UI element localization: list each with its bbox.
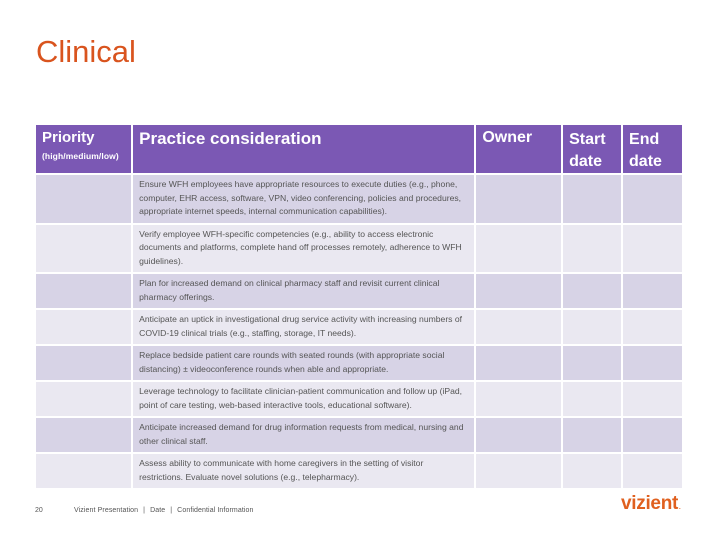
header-priority: Priority (high/medium/low) (36, 125, 132, 173)
header-owner: Owner (476, 125, 562, 173)
practice-cell: Replace bedside patient care rounds with… (133, 346, 475, 380)
end-date-cell[interactable] (623, 454, 682, 488)
footer-date: Date (150, 507, 166, 514)
owner-cell[interactable] (476, 382, 562, 416)
table-row: Verify employee WFH-specific competencie… (36, 224, 682, 272)
priority-cell[interactable] (36, 418, 132, 452)
footer: Vizient Presentation | Date | Confidential I… (74, 507, 254, 514)
table-row: Anticipate increased demand for drug inf… (36, 418, 682, 452)
end-date-cell[interactable] (623, 224, 682, 272)
owner-cell[interactable] (476, 346, 562, 380)
owner-cell[interactable] (476, 274, 562, 308)
owner-cell[interactable] (476, 175, 562, 223)
priority-cell[interactable] (36, 274, 132, 308)
footer-separator: | (170, 507, 173, 514)
footer-confidential: Confidential Information (177, 507, 254, 514)
table-row: Ensure WFH employees have appropriate re… (36, 175, 682, 223)
owner-cell[interactable] (476, 418, 562, 452)
header-priority-sublabel: (high/medium/low) (42, 151, 119, 161)
logo-mark: . (679, 505, 681, 511)
table-row: Plan for increased demand on clinical ph… (36, 274, 682, 308)
header-practice-consideration: Practice consideration (133, 125, 475, 173)
table-row: Replace bedside patient care rounds with… (36, 346, 682, 380)
practice-cell: Leverage technology to facilitate clinic… (133, 382, 475, 416)
slide-title: Clinical (36, 34, 136, 69)
vizient-logo: vizient. (621, 493, 681, 515)
start-date-cell[interactable] (563, 454, 622, 488)
priority-cell[interactable] (36, 224, 132, 272)
priority-cell[interactable] (36, 454, 132, 488)
priority-cell[interactable] (36, 382, 132, 416)
table-header-row: Priority (high/medium/low) Practice cons… (36, 125, 682, 173)
header-end-date: End date (623, 125, 682, 173)
end-date-cell[interactable] (623, 274, 682, 308)
end-date-cell[interactable] (623, 310, 682, 344)
end-date-cell[interactable] (623, 346, 682, 380)
priority-cell[interactable] (36, 310, 132, 344)
practice-cell: Verify employee WFH-specific competencie… (133, 224, 475, 272)
start-date-cell[interactable] (563, 382, 622, 416)
start-date-cell[interactable] (563, 346, 622, 380)
start-date-cell[interactable] (563, 274, 622, 308)
table-row: Leverage technology to facilitate clinic… (36, 382, 682, 416)
owner-cell[interactable] (476, 310, 562, 344)
end-date-cell[interactable] (623, 418, 682, 452)
page-number: 20 (35, 507, 43, 514)
start-date-cell[interactable] (563, 310, 622, 344)
header-priority-label: Priority (42, 129, 95, 146)
priority-cell[interactable] (36, 175, 132, 223)
practice-cell: Plan for increased demand on clinical ph… (133, 274, 475, 308)
footer-separator: | (143, 507, 146, 514)
footer-presentation: Vizient Presentation (74, 507, 139, 514)
practice-cell: Anticipate an uptick in investigational … (133, 310, 475, 344)
start-date-cell[interactable] (563, 175, 622, 223)
table-row: Assess ability to communicate with home … (36, 454, 682, 488)
practice-cell: Anticipate increased demand for drug inf… (133, 418, 475, 452)
table-row: Anticipate an uptick in investigational … (36, 310, 682, 344)
end-date-cell[interactable] (623, 175, 682, 223)
start-date-cell[interactable] (563, 418, 622, 452)
owner-cell[interactable] (476, 454, 562, 488)
action-plan-table: Priority (high/medium/low) Practice cons… (34, 123, 684, 490)
logo-text: vizient (621, 493, 679, 514)
practice-cell: Ensure WFH employees have appropriate re… (133, 175, 475, 223)
end-date-cell[interactable] (623, 382, 682, 416)
priority-cell[interactable] (36, 346, 132, 380)
table-body: Ensure WFH employees have appropriate re… (36, 175, 682, 488)
owner-cell[interactable] (476, 224, 562, 272)
practice-cell: Assess ability to communicate with home … (133, 454, 475, 488)
header-start-date: Start date (563, 125, 622, 173)
start-date-cell[interactable] (563, 224, 622, 272)
